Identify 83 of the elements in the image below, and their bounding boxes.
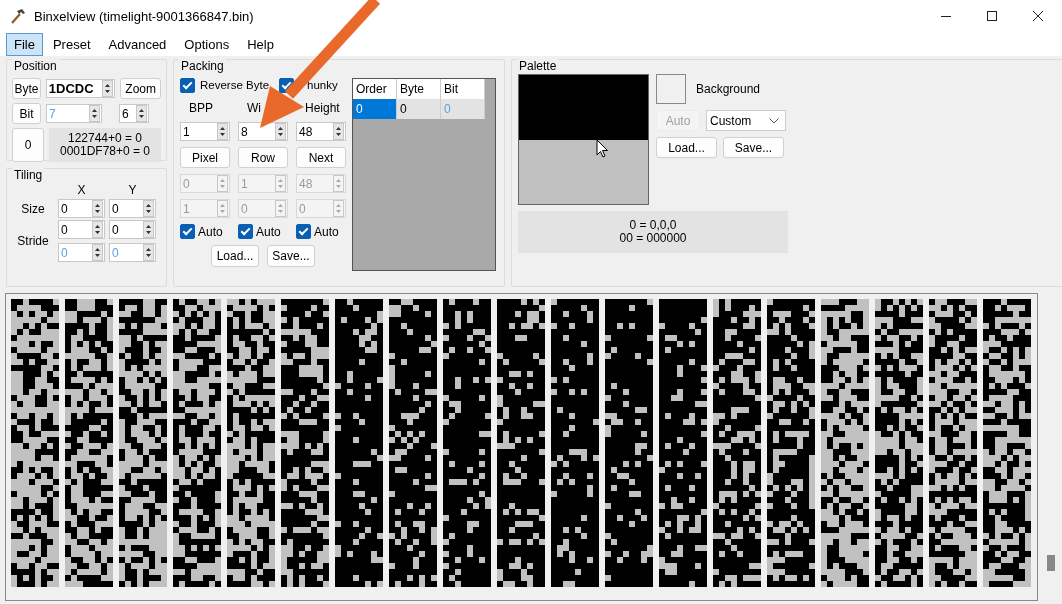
spin-arrows-icon: [92, 244, 103, 261]
checkbox[interactable]: [238, 224, 253, 239]
row-label: Stride: [16, 234, 50, 248]
menu-item[interactable]: File: [6, 32, 43, 56]
axis-label: Y: [127, 183, 138, 197]
checkbox[interactable]: [180, 77, 195, 93]
window-title: Binxelview (timelight-9001366847.bin): [34, 8, 255, 24]
zoom-button[interactable]: Zoom: [120, 78, 161, 99]
spin-arrows-icon: [275, 123, 286, 140]
save-button[interactable]: Save...: [723, 137, 784, 158]
column-label: BPP: [188, 100, 213, 116]
group-title: Palette: [517, 59, 559, 73]
spin-field[interactable]: 1: [180, 122, 230, 141]
pixel-button[interactable]: Pixel: [180, 147, 230, 168]
table-cell[interactable]: 0: [353, 99, 397, 119]
menu-item[interactable]: Help: [239, 32, 282, 56]
menu-item[interactable]: Options: [176, 32, 238, 56]
table-cell[interactable]: 0: [397, 99, 441, 119]
row-label: Size: [20, 201, 46, 216]
spin-field[interactable]: 0: [109, 220, 156, 239]
spin-arrows-icon: [275, 175, 286, 192]
spin-arrows-icon: [143, 221, 154, 238]
column-header: Bit: [441, 79, 485, 99]
background-swatch[interactable]: [656, 74, 686, 104]
spin-arrows-icon: [92, 200, 103, 217]
palette-dropdown[interactable]: Custom: [706, 110, 786, 131]
group-title: Position: [12, 59, 59, 73]
column-label: Height: [304, 100, 340, 116]
maximize-icon: [986, 10, 998, 22]
spin-field[interactable]: 1DCDC: [45, 79, 116, 98]
scrollbar-thumb[interactable]: [1047, 555, 1055, 571]
offset-readout: 122744+0 = 0 0001DF78+0 = 0: [49, 128, 161, 162]
checkbox-label: Reverse Byte: [200, 79, 270, 91]
spin-arrows-icon: [136, 105, 147, 122]
color-readout: 0 = 0,0,0 00 = 000000: [518, 211, 788, 253]
column-header: Order: [353, 79, 397, 99]
close-icon: [1032, 10, 1044, 22]
checkbox[interactable]: [180, 224, 195, 239]
bit-button[interactable]: Bit: [12, 103, 41, 124]
checkbox[interactable]: [296, 224, 311, 239]
pointer-cursor-icon: [596, 139, 609, 158]
palette-swatches[interactable]: [518, 74, 649, 205]
column-label: Wi: [246, 100, 261, 116]
save-button[interactable]: Save...: [267, 245, 315, 267]
checkbox-label: Auto: [198, 224, 223, 239]
spin-arrows-icon: [89, 105, 100, 122]
spin-field[interactable]: 6: [119, 104, 149, 123]
menu-item[interactable]: Preset: [44, 32, 99, 56]
color-swatch[interactable]: [519, 75, 648, 140]
spin-arrows-icon: [102, 80, 114, 97]
background-label: Background: [696, 82, 761, 96]
load-button[interactable]: Load...: [211, 245, 259, 267]
spin-field[interactable]: 8: [238, 122, 288, 141]
spin-field[interactable]: 0: [109, 199, 156, 218]
checkbox-label: Auto: [314, 224, 339, 239]
hammer-icon: [10, 8, 26, 24]
column-header: Byte: [397, 79, 441, 99]
spin-arrows-icon: [143, 200, 154, 217]
group-title: Packing: [179, 59, 226, 73]
load-button[interactable]: Load...: [656, 137, 717, 158]
spin-field[interactable]: 0: [58, 220, 105, 239]
menu-item[interactable]: Advanced: [100, 32, 175, 56]
spin-arrows-icon: [217, 175, 228, 192]
spin-arrows-icon: [92, 221, 103, 238]
spin-arrows-icon: [275, 200, 286, 217]
next-button[interactable]: Next: [296, 147, 346, 168]
color-swatch[interactable]: [519, 139, 648, 204]
spin-arrows-icon: [333, 200, 344, 217]
chevron-down-icon: [769, 117, 779, 124]
spin-arrows-icon: [333, 175, 344, 192]
spin-arrows-icon: [217, 123, 228, 140]
spin-arrows-icon: [333, 123, 344, 140]
reset-button[interactable]: 0: [12, 128, 44, 162]
spin-arrows-icon: [217, 200, 228, 217]
checkbox-label: hunky: [307, 79, 338, 91]
byte-button[interactable]: Byte: [12, 78, 41, 99]
spin-field[interactable]: 0: [58, 199, 105, 218]
group-title: Tiling: [12, 168, 45, 182]
checkbox-label: Auto: [256, 224, 281, 239]
spin-arrows-icon: [143, 244, 154, 261]
spin-field[interactable]: 48: [296, 122, 346, 141]
axis-label: X: [76, 183, 87, 197]
row-button[interactable]: Row: [238, 147, 288, 168]
